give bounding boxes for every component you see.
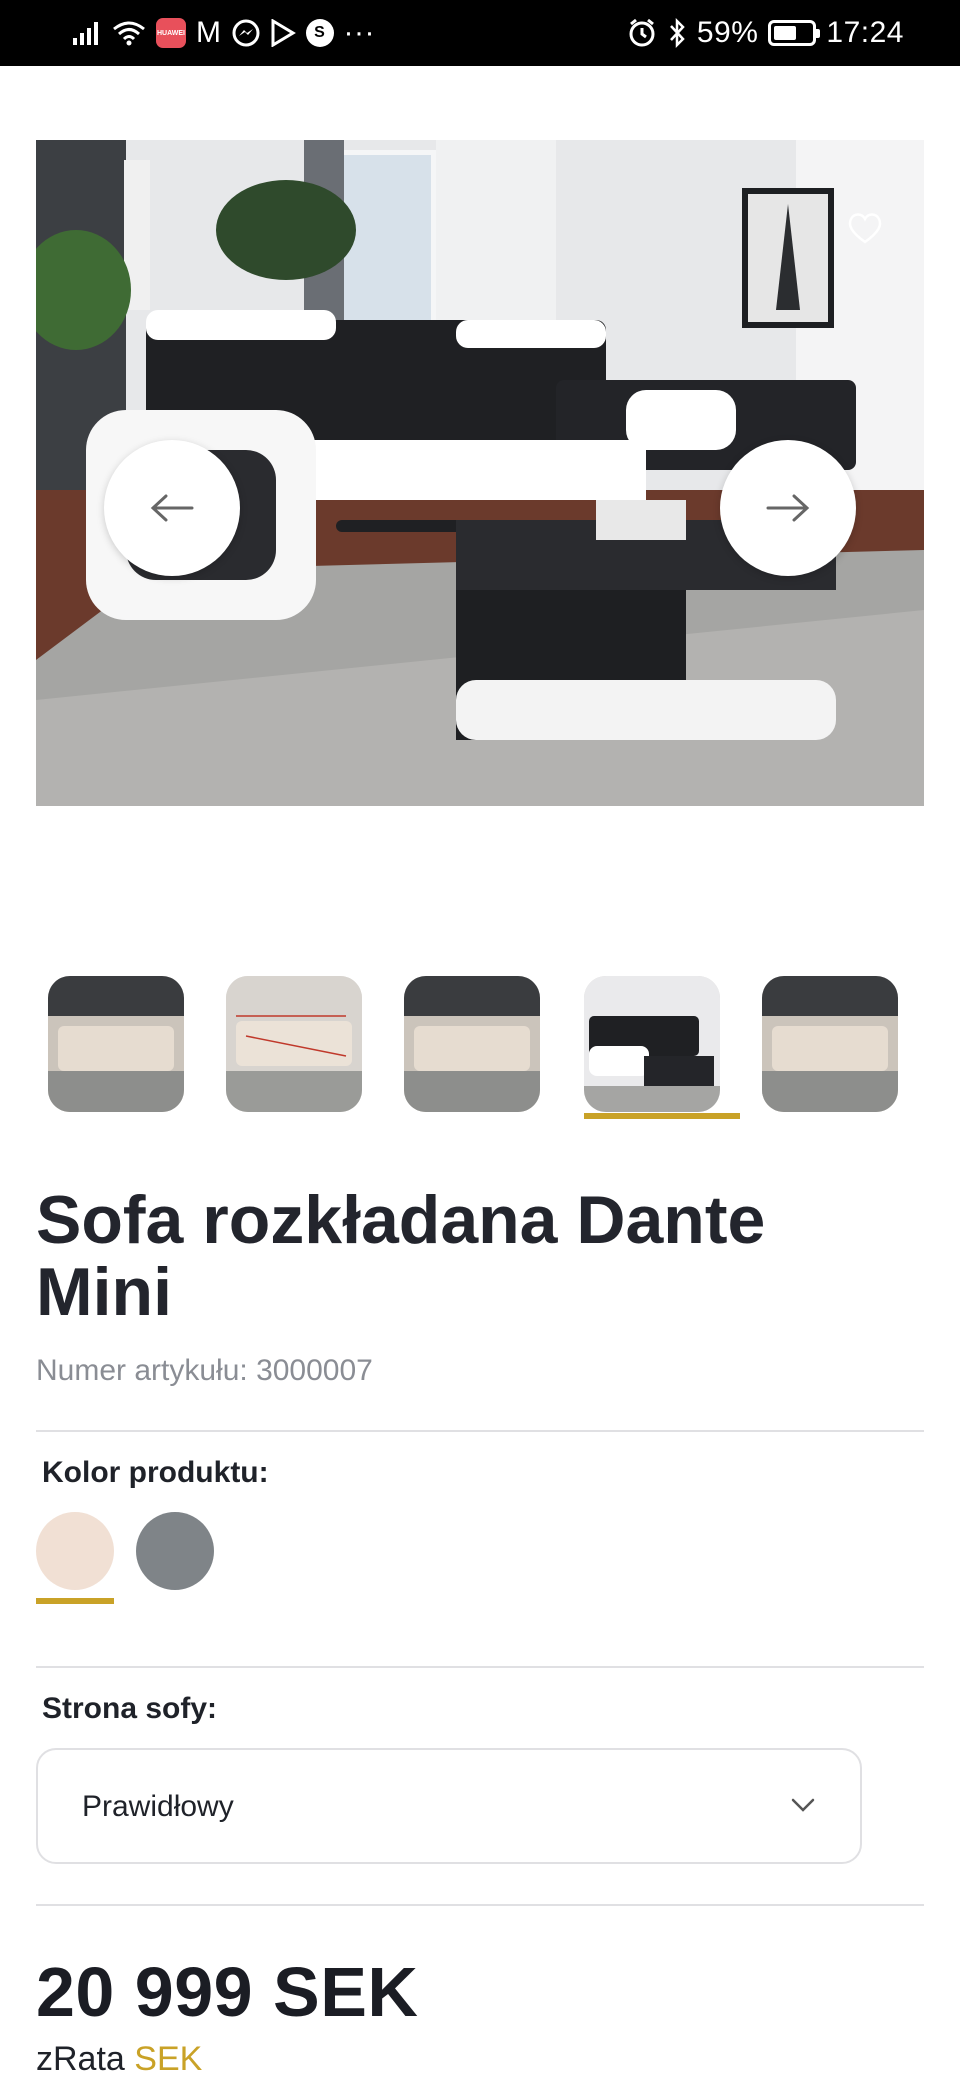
bluetooth-icon bbox=[667, 18, 687, 48]
thumbnail-4[interactable] bbox=[584, 976, 720, 1112]
installment-prefix: zRata bbox=[36, 2040, 125, 2078]
messenger-icon bbox=[232, 19, 260, 47]
status-bar: HUAWEI M S ··· 59% 17:24 bbox=[0, 0, 960, 66]
thumbnail-1[interactable] bbox=[48, 976, 184, 1112]
divider bbox=[36, 1666, 924, 1668]
sofa-side-label: Strona sofy: bbox=[42, 1692, 218, 1725]
heart-icon[interactable] bbox=[845, 208, 885, 248]
arrow-left-icon bbox=[150, 494, 194, 522]
thumbnail-strip bbox=[48, 976, 900, 1126]
selected-color-indicator bbox=[36, 1598, 114, 1604]
gallery-prev-button[interactable] bbox=[104, 440, 240, 576]
product-sku: Numer artykułu: 3000007 bbox=[36, 1354, 373, 1387]
battery-icon bbox=[768, 20, 821, 46]
product-price: 20 999 SEK bbox=[36, 1953, 419, 2031]
arrow-right-icon bbox=[766, 494, 810, 522]
thumbnail-5[interactable] bbox=[762, 976, 898, 1112]
app-round-icon: S bbox=[305, 19, 334, 47]
chevron-down-icon bbox=[791, 1798, 815, 1812]
sofa-side-select[interactable]: Prawidłowy bbox=[36, 1748, 862, 1864]
color-swatch-grey[interactable] bbox=[136, 1512, 214, 1590]
alarm-icon bbox=[627, 18, 657, 48]
thumbnail-2[interactable] bbox=[226, 976, 362, 1112]
color-label: Kolor produktu: bbox=[42, 1456, 269, 1489]
selected-thumbnail-indicator bbox=[584, 1113, 740, 1119]
battery-fill bbox=[774, 26, 796, 40]
huawei-app-icon: HUAWEI bbox=[156, 18, 186, 48]
divider bbox=[36, 1430, 924, 1432]
status-bar-right: 59% 17:24 bbox=[627, 14, 904, 52]
gmail-icon: M bbox=[196, 16, 222, 49]
sofa-side-value: Prawidłowy bbox=[82, 1790, 234, 1823]
thumbnail-3[interactable] bbox=[404, 976, 540, 1112]
play-store-icon bbox=[270, 19, 296, 47]
installment-info: zRata SEK bbox=[36, 2040, 202, 2079]
signal-icon bbox=[72, 20, 102, 46]
clock: 17:24 bbox=[826, 16, 904, 49]
color-swatch-beige[interactable] bbox=[36, 1512, 114, 1590]
installment-currency[interactable]: SEK bbox=[134, 2040, 202, 2078]
more-notifications-icon: ··· bbox=[343, 16, 375, 49]
gallery-next-button[interactable] bbox=[720, 440, 856, 576]
status-bar-left: HUAWEI M S ··· bbox=[72, 14, 375, 52]
product-title: Sofa rozkładana Dante Mini bbox=[36, 1182, 766, 1330]
wifi-icon bbox=[112, 19, 146, 47]
battery-percent: 59% bbox=[696, 16, 759, 49]
divider bbox=[36, 1904, 924, 1906]
